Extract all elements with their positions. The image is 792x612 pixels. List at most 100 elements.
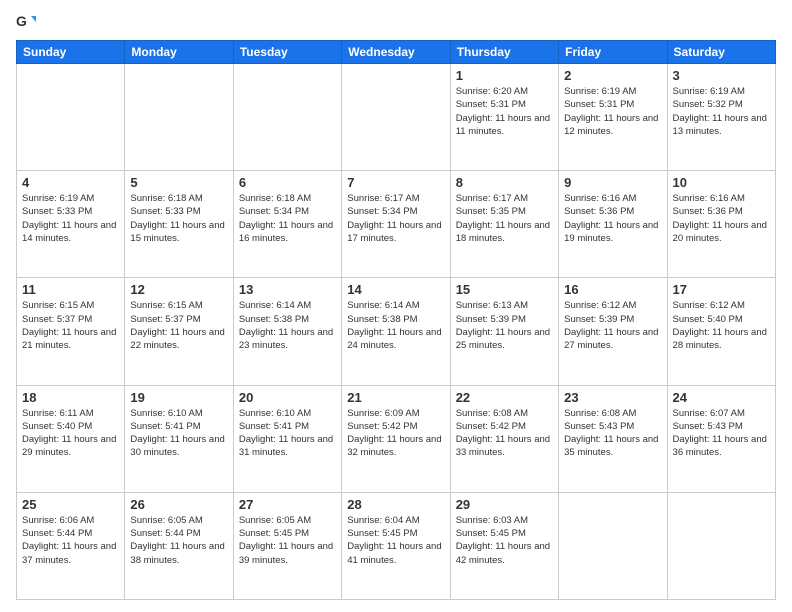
calendar-cell: 18 Sunrise: 6:11 AM Sunset: 5:40 PM Dayli… — [17, 385, 125, 492]
calendar-cell: 14Sunrise: 6:14 AM Sunset: 5:38 PM Dayli… — [342, 278, 450, 385]
calendar-cell: 24Sunrise: 6:07 AM Sunset: 5:43 PM Dayli… — [667, 385, 775, 492]
day-info: Sunrise: 6:16 AM Sunset: 5:36 PM Dayligh… — [673, 192, 770, 245]
calendar-cell: 10 Sunrise: 6:16 AM Sunset: 5:36 PM Dayli… — [667, 171, 775, 278]
day-number: 7 — [347, 175, 444, 190]
calendar-cell: 25 Sunrise: 6:06 AM Sunset: 5:44 PM Dayli… — [17, 492, 125, 599]
calendar-cell: 29Sunrise: 6:03 AM Sunset: 5:45 PM Dayli… — [450, 492, 558, 599]
day-number: 23 — [564, 390, 661, 405]
day-number: 19 — [130, 390, 227, 405]
day-info: Sunrise: 6:12 AM Sunset: 5:39 PM Dayligh… — [564, 299, 661, 352]
day-info: Sunrise: 6:07 AM Sunset: 5:43 PM Dayligh… — [673, 407, 770, 460]
calendar-cell: 12 Sunrise: 6:15 AM Sunset: 5:37 PM Dayli… — [125, 278, 233, 385]
weekday-header-tuesday: Tuesday — [233, 41, 341, 64]
calendar-cell: 20 Sunrise: 6:10 AM Sunset: 5:41 PM Dayli… — [233, 385, 341, 492]
calendar-cell: 7 Sunrise: 6:17 AM Sunset: 5:34 PM Daylig… — [342, 171, 450, 278]
calendar-cell: 6 Sunrise: 6:18 AM Sunset: 5:34 PM Daylig… — [233, 171, 341, 278]
day-info: Sunrise: 6:17 AM Sunset: 5:34 PM Dayligh… — [347, 192, 444, 245]
calendar-cell: 1Sunrise: 6:20 AM Sunset: 5:31 PM Daylig… — [450, 64, 558, 171]
day-info: Sunrise: 6:19 AM Sunset: 5:33 PM Dayligh… — [22, 192, 119, 245]
week-row-1: 1Sunrise: 6:20 AM Sunset: 5:31 PM Daylig… — [17, 64, 776, 171]
day-number: 10 — [673, 175, 770, 190]
day-number: 15 — [456, 282, 553, 297]
day-number: 29 — [456, 497, 553, 512]
svg-text:G: G — [16, 13, 27, 29]
week-row-4: 18 Sunrise: 6:11 AM Sunset: 5:40 PM Dayli… — [17, 385, 776, 492]
day-number: 12 — [130, 282, 227, 297]
week-row-3: 11 Sunrise: 6:15 AM Sunset: 5:37 PM Dayli… — [17, 278, 776, 385]
logo-icon: G — [16, 12, 36, 32]
day-number: 3 — [673, 68, 770, 83]
calendar-cell — [233, 64, 341, 171]
weekday-header-saturday: Saturday — [667, 41, 775, 64]
calendar-table: SundayMondayTuesdayWednesdayThursdayFrid… — [16, 40, 776, 600]
day-number: 21 — [347, 390, 444, 405]
calendar-cell — [125, 64, 233, 171]
day-number: 16 — [564, 282, 661, 297]
logo: G — [16, 12, 40, 32]
calendar-cell: 26 Sunrise: 6:05 AM Sunset: 5:44 PM Dayli… — [125, 492, 233, 599]
day-info: Sunrise: 6:10 AM Sunset: 5:41 PM Dayligh… — [130, 407, 227, 460]
calendar-cell: 15 Sunrise: 6:13 AM Sunset: 5:39 PM Dayli… — [450, 278, 558, 385]
day-info: Sunrise: 6:18 AM Sunset: 5:33 PM Dayligh… — [130, 192, 227, 245]
calendar-cell: 19 Sunrise: 6:10 AM Sunset: 5:41 PM Dayli… — [125, 385, 233, 492]
week-row-2: 4 Sunrise: 6:19 AM Sunset: 5:33 PM Daylig… — [17, 171, 776, 278]
calendar-cell — [559, 492, 667, 599]
calendar-cell: 27 Sunrise: 6:05 AM Sunset: 5:45 PM Dayli… — [233, 492, 341, 599]
day-info: Sunrise: 6:08 AM Sunset: 5:42 PM Dayligh… — [456, 407, 553, 460]
day-info: Sunrise: 6:05 AM Sunset: 5:44 PM Dayligh… — [130, 514, 227, 567]
calendar-cell: 17Sunrise: 6:12 AM Sunset: 5:40 PM Dayli… — [667, 278, 775, 385]
day-info: Sunrise: 6:17 AM Sunset: 5:35 PM Dayligh… — [456, 192, 553, 245]
weekday-header-thursday: Thursday — [450, 41, 558, 64]
calendar-cell — [17, 64, 125, 171]
day-info: Sunrise: 6:19 AM Sunset: 5:31 PM Dayligh… — [564, 85, 661, 138]
calendar-cell: 4 Sunrise: 6:19 AM Sunset: 5:33 PM Daylig… — [17, 171, 125, 278]
calendar-cell: 28 Sunrise: 6:04 AM Sunset: 5:45 PM Dayli… — [342, 492, 450, 599]
day-number: 18 — [22, 390, 119, 405]
day-number: 6 — [239, 175, 336, 190]
calendar-cell: 5 Sunrise: 6:18 AM Sunset: 5:33 PM Daylig… — [125, 171, 233, 278]
calendar-cell — [342, 64, 450, 171]
day-number: 28 — [347, 497, 444, 512]
day-info: Sunrise: 6:12 AM Sunset: 5:40 PM Dayligh… — [673, 299, 770, 352]
calendar-cell: 16 Sunrise: 6:12 AM Sunset: 5:39 PM Dayli… — [559, 278, 667, 385]
day-info: Sunrise: 6:15 AM Sunset: 5:37 PM Dayligh… — [130, 299, 227, 352]
day-number: 26 — [130, 497, 227, 512]
day-info: Sunrise: 6:15 AM Sunset: 5:37 PM Dayligh… — [22, 299, 119, 352]
day-info: Sunrise: 6:19 AM Sunset: 5:32 PM Dayligh… — [673, 85, 770, 138]
calendar-cell: 22Sunrise: 6:08 AM Sunset: 5:42 PM Dayli… — [450, 385, 558, 492]
day-info: Sunrise: 6:04 AM Sunset: 5:45 PM Dayligh… — [347, 514, 444, 567]
weekday-header-sunday: Sunday — [17, 41, 125, 64]
day-info: Sunrise: 6:13 AM Sunset: 5:39 PM Dayligh… — [456, 299, 553, 352]
day-number: 25 — [22, 497, 119, 512]
calendar-cell: 21Sunrise: 6:09 AM Sunset: 5:42 PM Dayli… — [342, 385, 450, 492]
day-number: 2 — [564, 68, 661, 83]
day-number: 5 — [130, 175, 227, 190]
header: G — [16, 12, 776, 32]
weekday-header-wednesday: Wednesday — [342, 41, 450, 64]
day-info: Sunrise: 6:11 AM Sunset: 5:40 PM Dayligh… — [22, 407, 119, 460]
weekday-header-friday: Friday — [559, 41, 667, 64]
weekday-header-monday: Monday — [125, 41, 233, 64]
day-info: Sunrise: 6:10 AM Sunset: 5:41 PM Dayligh… — [239, 407, 336, 460]
day-number: 1 — [456, 68, 553, 83]
day-number: 4 — [22, 175, 119, 190]
day-info: Sunrise: 6:06 AM Sunset: 5:44 PM Dayligh… — [22, 514, 119, 567]
day-number: 11 — [22, 282, 119, 297]
day-info: Sunrise: 6:18 AM Sunset: 5:34 PM Dayligh… — [239, 192, 336, 245]
day-number: 13 — [239, 282, 336, 297]
day-info: Sunrise: 6:14 AM Sunset: 5:38 PM Dayligh… — [239, 299, 336, 352]
calendar-cell: 9Sunrise: 6:16 AM Sunset: 5:36 PM Daylig… — [559, 171, 667, 278]
day-number: 27 — [239, 497, 336, 512]
calendar-cell: 13 Sunrise: 6:14 AM Sunset: 5:38 PM Dayli… — [233, 278, 341, 385]
day-info: Sunrise: 6:08 AM Sunset: 5:43 PM Dayligh… — [564, 407, 661, 460]
page: G SundayMondayTuesdayWednesdayThursdayFr… — [0, 0, 792, 612]
day-info: Sunrise: 6:16 AM Sunset: 5:36 PM Dayligh… — [564, 192, 661, 245]
weekday-header-row: SundayMondayTuesdayWednesdayThursdayFrid… — [17, 41, 776, 64]
day-number: 14 — [347, 282, 444, 297]
calendar-cell: 3 Sunrise: 6:19 AM Sunset: 5:32 PM Daylig… — [667, 64, 775, 171]
week-row-5: 25 Sunrise: 6:06 AM Sunset: 5:44 PM Dayli… — [17, 492, 776, 599]
calendar-cell: 2 Sunrise: 6:19 AM Sunset: 5:31 PM Daylig… — [559, 64, 667, 171]
calendar-cell — [667, 492, 775, 599]
day-info: Sunrise: 6:05 AM Sunset: 5:45 PM Dayligh… — [239, 514, 336, 567]
day-number: 20 — [239, 390, 336, 405]
